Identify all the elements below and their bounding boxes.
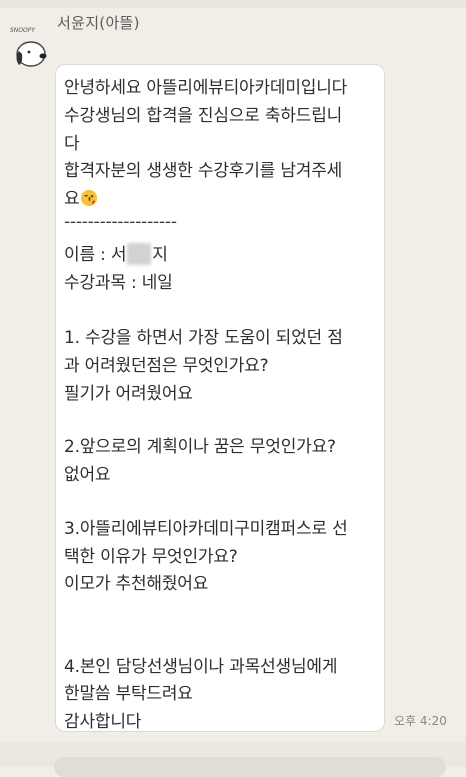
- message-line: 합격자분의 생생한 수강후기를 남겨주세: [64, 161, 343, 181]
- sender-avatar[interactable]: SNOOPY: [10, 18, 50, 70]
- sender-name: 서윤지(아뜰): [57, 14, 140, 32]
- answer-1: 필기가 어려웠어요: [64, 384, 193, 404]
- redacted-name-block: [127, 243, 152, 265]
- kissing-face-emoji-icon: [81, 189, 98, 207]
- message-line-with-emoji: 요: [64, 184, 98, 209]
- question-4-line: 4.본인 담당선생님이나 과목선생님에게: [64, 657, 338, 677]
- name-suffix: 지: [152, 245, 168, 265]
- message-timestamp: 오후 4:20: [394, 714, 447, 728]
- closing-line: 감사합니다: [64, 712, 142, 732]
- question-1-line-cont: 과 어려웠던점은 무엇인가요?: [64, 356, 269, 376]
- message-line: 수강생님의 합격을 진심으로 축하드립니: [64, 106, 343, 126]
- snoopy-avatar-icon: SNOOPY: [10, 27, 47, 67]
- divider-line: -------------------: [64, 212, 177, 232]
- top-bar: [0, 0, 466, 8]
- message-text: 요: [64, 189, 80, 209]
- answer-3: 이모가 추천해줬어요: [64, 574, 209, 594]
- question-2-line: 2.앞으로의 계획이나 꿈은 무엇인가요?: [64, 437, 336, 457]
- question-3-line: 3.아뜰리에뷰티아카데미구미캠퍼스로 선: [64, 519, 348, 539]
- message-line: 다: [64, 134, 80, 154]
- avatar-badge-text: SNOOPY: [10, 27, 36, 34]
- name-label: 이름 : 서: [64, 245, 127, 265]
- course-line: 수강과목 : 네일: [64, 273, 173, 293]
- question-1-line: 1. 수강을 하면서 가장 도움이 되었던 점: [64, 328, 343, 348]
- question-4-line-cont: 한말씀 부탁드려요: [64, 684, 193, 704]
- message-line: 안녕하세요 아뜰리에뷰티아카데미입니다: [64, 78, 348, 98]
- answer-2: 없어요: [64, 465, 111, 485]
- message-input[interactable]: [54, 757, 446, 777]
- name-field-line: 이름 : 서 지: [64, 240, 168, 265]
- question-3-line-cont: 택한 이유가 무엇인가요?: [64, 547, 238, 567]
